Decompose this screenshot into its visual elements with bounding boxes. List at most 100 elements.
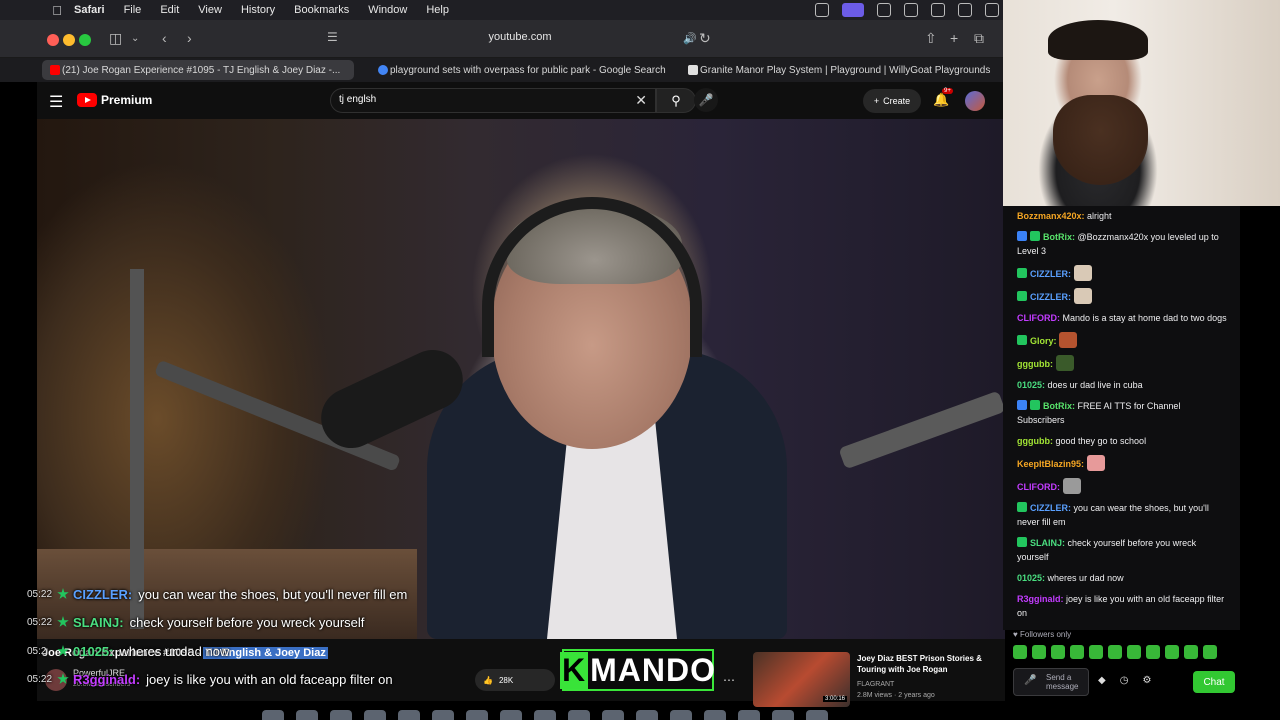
emote-icon[interactable] — [1070, 645, 1084, 659]
chat-username[interactable]: CIZZLER: — [1030, 503, 1071, 513]
chevron-down-icon[interactable]: ⌄ — [131, 33, 139, 44]
menu-history[interactable]: History — [241, 4, 275, 16]
dock-app-icon[interactable] — [568, 710, 590, 720]
video-player[interactable] — [37, 119, 1005, 639]
dock-app-icon[interactable] — [500, 710, 522, 720]
chat-username[interactable]: BotRix: — [1043, 232, 1075, 242]
more-actions-icon[interactable]: ⋯ — [723, 673, 735, 687]
settings-gear-icon[interactable]: ⚙ — [1142, 675, 1151, 686]
dock-app-icon[interactable] — [432, 710, 454, 720]
dock-app-icon[interactable] — [738, 710, 760, 720]
tab-overview-icon[interactable]: ⧉ — [974, 30, 984, 47]
chat-message: gggubb: good they go to school — [1017, 434, 1230, 448]
window-minimize-button[interactable] — [63, 34, 75, 46]
account-avatar[interactable] — [965, 91, 985, 111]
chat-username[interactable]: CIZZLER: — [1030, 269, 1071, 279]
chat-username[interactable]: R3gginald: — [1017, 594, 1064, 604]
reader-icon[interactable]: ☰ — [327, 30, 338, 44]
chat-badge-icon — [1017, 400, 1027, 410]
dock-app-icon[interactable] — [364, 710, 386, 720]
chat-send-button[interactable]: Chat — [1193, 671, 1235, 693]
tray-icon-1[interactable] — [815, 3, 829, 17]
chat-username[interactable]: 01025: — [1017, 380, 1045, 390]
chat-username[interactable]: SLAINJ: — [1030, 538, 1065, 548]
dock-app-icon[interactable] — [398, 710, 420, 720]
window-close-button[interactable] — [47, 34, 59, 46]
tab-willygoat[interactable]: Granite Manor Play System | Playground |… — [680, 60, 990, 80]
emote-icon[interactable] — [1089, 645, 1103, 659]
chat-username[interactable]: BotRix: — [1043, 401, 1075, 411]
create-button[interactable]: + Create — [863, 89, 921, 113]
clear-search-icon[interactable]: ✕ — [635, 92, 647, 109]
youtube-logo[interactable]: Premium — [77, 93, 152, 107]
points-icon[interactable]: ◷ — [1120, 675, 1129, 686]
emote-icon[interactable] — [1165, 645, 1179, 659]
chat-username[interactable]: 01025: — [1017, 573, 1045, 583]
voice-search-button[interactable]: 🎤 — [694, 88, 718, 112]
dock-app-icon[interactable] — [704, 710, 726, 720]
plus-icon: + — [873, 96, 880, 106]
microphone-icon[interactable]: 🎤 — [1024, 675, 1036, 686]
dock-app-icon[interactable] — [330, 710, 352, 720]
search-button[interactable]: ⚲ — [656, 88, 696, 113]
recommended-title[interactable]: Joey Diaz BEST Prison Stories & Touring … — [857, 653, 987, 675]
emote-icon[interactable] — [1108, 645, 1122, 659]
overlay-message: joey is like you with an old faceapp fil… — [146, 671, 393, 687]
menu-bookmarks[interactable]: Bookmarks — [294, 4, 349, 16]
tray-icon-3[interactable] — [877, 3, 891, 17]
chat-username[interactable]: gggubb: — [1017, 436, 1053, 446]
wifi-icon[interactable] — [985, 3, 999, 17]
dock-app-icon[interactable] — [636, 710, 658, 720]
tray-icon-4[interactable] — [904, 3, 918, 17]
emote-icon[interactable] — [1013, 645, 1027, 659]
menu-help[interactable]: Help — [426, 4, 449, 16]
menu-app-safari[interactable]: Safari — [74, 4, 105, 16]
reload-icon[interactable]: ↻ — [699, 30, 711, 47]
chat-username[interactable]: KeepItBlazin95: — [1017, 459, 1084, 469]
tray-icon-screen-record[interactable] — [842, 3, 864, 17]
search-input[interactable] — [339, 94, 619, 105]
chat-username[interactable]: gggubb: — [1017, 359, 1053, 369]
chat-username[interactable]: Bozzmanx420x: — [1017, 211, 1085, 221]
chat-username[interactable]: CLIFORD: — [1017, 482, 1060, 492]
dock-app-icon[interactable] — [296, 710, 318, 720]
menu-view[interactable]: View — [198, 4, 222, 16]
dock-app-icon[interactable] — [262, 710, 284, 720]
tray-icon-6[interactable] — [958, 3, 972, 17]
sidebar-icon[interactable]: ◫ — [109, 30, 122, 47]
emote-icon[interactable] — [1184, 645, 1198, 659]
emote-icon[interactable] — [1051, 645, 1065, 659]
dock-app-icon[interactable] — [466, 710, 488, 720]
new-tab-icon[interactable]: + — [950, 30, 958, 46]
bits-icon[interactable]: ◆ — [1098, 675, 1106, 686]
dock-app-icon[interactable] — [534, 710, 556, 720]
apple-menu-icon[interactable]:  — [50, 3, 64, 18]
share-icon[interactable]: ⇧ — [925, 30, 937, 47]
like-button[interactable]: 👍 28K — [475, 669, 555, 691]
notifications-bell-icon[interactable]: 🔔 — [933, 92, 949, 108]
tray-icon-5[interactable] — [931, 3, 945, 17]
dock-app-icon[interactable] — [806, 710, 828, 720]
tab-youtube[interactable]: (21) Joe Rogan Experience #1095 - TJ Eng… — [42, 60, 354, 80]
window-maximize-button[interactable] — [79, 34, 91, 46]
emote-icon[interactable] — [1203, 645, 1217, 659]
dock-app-icon[interactable] — [670, 710, 692, 720]
address-bar[interactable]: youtube.com — [460, 31, 580, 43]
emote-icon[interactable] — [1127, 645, 1141, 659]
chat-username[interactable]: CLIFORD: — [1017, 313, 1060, 323]
chat-username[interactable]: CIZZLER: — [1030, 292, 1071, 302]
dock-app-icon[interactable] — [602, 710, 624, 720]
menu-window[interactable]: Window — [368, 4, 407, 16]
audio-playing-icon[interactable]: 🔊 — [683, 32, 697, 45]
tab-google-search[interactable]: playground sets with overpass for public… — [370, 60, 680, 80]
menu-file[interactable]: File — [124, 4, 142, 16]
hamburger-menu-icon[interactable]: ☰ — [49, 92, 63, 112]
chat-username[interactable]: Glory: — [1030, 336, 1057, 346]
forward-arrow-icon[interactable]: › — [187, 30, 192, 46]
recommended-channel[interactable]: FLAGRANT — [857, 681, 894, 688]
menu-edit[interactable]: Edit — [160, 4, 179, 16]
emote-icon[interactable] — [1032, 645, 1046, 659]
dock-app-icon[interactable] — [772, 710, 794, 720]
back-arrow-icon[interactable]: ‹ — [162, 30, 167, 46]
emote-icon[interactable] — [1146, 645, 1160, 659]
